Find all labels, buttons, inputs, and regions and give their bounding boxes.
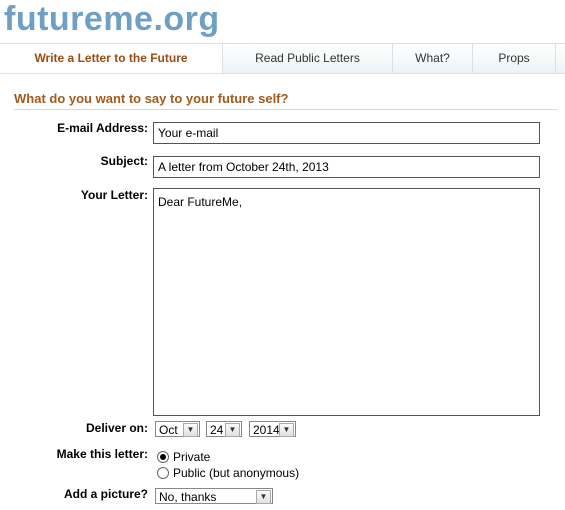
main-nav: Write a Letter to the Future Read Public… [0,43,565,74]
radio-public-label: Public (but anonymous) [173,466,300,480]
subject-label: Subject: [100,154,148,168]
picture-select[interactable]: No, thanks ▼ [155,488,273,504]
form-heading: What do you want to say to your future s… [14,91,557,110]
chevron-down-icon: ▼ [225,423,240,437]
subject-field[interactable] [153,156,540,178]
month-select[interactable]: Oct ▼ [155,421,200,437]
letter-label: Your Letter: [80,188,148,202]
radio-checked-icon[interactable] [157,451,169,463]
deliver-label: Deliver on: [85,421,148,435]
month-value: Oct [159,423,178,437]
picture-label: Add a picture? [63,487,148,501]
radio-unchecked-icon[interactable] [157,467,169,479]
tab-write-letter[interactable]: Write a Letter to the Future [0,44,223,73]
tab-props[interactable]: Props [473,44,556,73]
radio-private[interactable]: Private [157,450,210,464]
chevron-down-icon: ▼ [279,423,294,437]
privacy-label: Make this letter: [56,447,148,461]
picture-value: No, thanks [159,490,217,504]
email-label: E-mail Address: [57,121,148,135]
site-logo[interactable]: futureme.org [4,0,220,40]
email-field[interactable] [153,122,540,144]
chevron-down-icon: ▼ [256,490,271,504]
year-select[interactable]: 2014 ▼ [249,421,296,437]
day-value: 24 [210,423,224,437]
tab-what[interactable]: What? [393,44,473,73]
letter-textarea[interactable]: Dear FutureMe, [153,188,540,416]
day-select[interactable]: 24 ▼ [206,421,242,437]
radio-public[interactable]: Public (but anonymous) [157,466,299,480]
chevron-down-icon: ▼ [183,423,198,437]
radio-private-label: Private [173,450,211,464]
year-value: 2014 [253,423,280,437]
tab-read-public-letters[interactable]: Read Public Letters [223,44,393,73]
